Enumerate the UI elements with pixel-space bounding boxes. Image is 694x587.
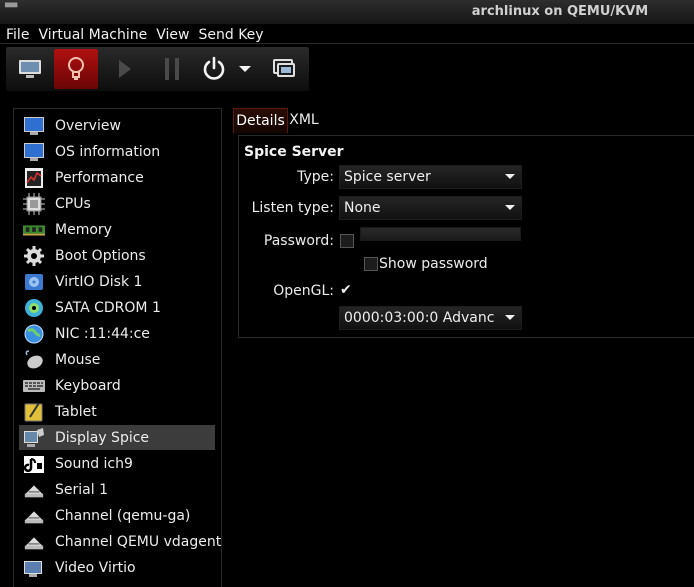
memory-icon xyxy=(23,219,45,241)
show-password-label: Show password xyxy=(379,256,488,272)
opengl-label: OpenGL: xyxy=(273,283,334,299)
hardware-list: Overview OS information Performance CPUs… xyxy=(13,108,222,587)
gear-icon xyxy=(23,245,45,267)
console-icon xyxy=(19,60,41,78)
sidebar-item-tablet[interactable]: Tablet xyxy=(19,399,215,424)
cpu-icon xyxy=(23,192,45,215)
title-bar: ▀▀ archlinux on QEMU/KVM xyxy=(0,0,694,24)
sound-icon xyxy=(23,453,45,475)
run-button[interactable] xyxy=(102,49,146,89)
sidebar-item-video-virtio[interactable]: Video Virtio xyxy=(19,555,215,580)
keyboard-icon xyxy=(23,375,45,397)
sidebar-item-nic[interactable]: NIC :11:44:ce xyxy=(19,321,215,346)
chevron-down-icon xyxy=(505,315,515,320)
window-menu-icon[interactable]: ▀▀ xyxy=(5,4,17,12)
screenshot-icon xyxy=(273,59,295,77)
performance-icon xyxy=(23,167,45,189)
menu-file[interactable]: File xyxy=(0,24,33,44)
monitor-icon xyxy=(23,141,45,163)
chevron-down-icon xyxy=(505,205,515,210)
sidebar-item-performance[interactable]: Performance xyxy=(19,165,215,190)
password-field[interactable] xyxy=(360,227,521,241)
menubar: File Virtual Machine View Send Key xyxy=(0,24,694,44)
menu-send-key[interactable]: Send Key xyxy=(194,24,267,44)
sidebar-item-channel-qemu-ga[interactable]: Channel (qemu-ga) xyxy=(19,503,215,528)
type-label: Type: xyxy=(297,169,334,185)
channel-icon xyxy=(23,505,45,527)
listen-type-label: Listen type: xyxy=(251,200,334,216)
opengl-device-value: 0000:03:00:0 Advancec xyxy=(344,310,494,326)
type-select-value: Spice server xyxy=(344,169,431,185)
serial-icon xyxy=(23,479,45,501)
console-button[interactable] xyxy=(8,49,52,89)
display-icon xyxy=(23,427,45,449)
opengl-device-select[interactable]: 0000:03:00:0 Advancec xyxy=(339,306,522,330)
pause-icon xyxy=(165,58,179,80)
sidebar-item-memory[interactable]: Memory xyxy=(19,217,215,242)
sidebar-item-serial-1[interactable]: Serial 1 xyxy=(19,477,215,502)
menu-virtual-machine[interactable]: Virtual Machine xyxy=(34,24,151,44)
network-icon xyxy=(23,323,45,345)
play-icon xyxy=(119,60,131,78)
tab-details[interactable]: Details xyxy=(233,108,288,133)
sidebar-item-keyboard[interactable]: Keyboard xyxy=(19,373,215,398)
channel-icon xyxy=(23,531,45,553)
sidebar-item-virtio-disk-1[interactable]: VirtIO Disk 1 xyxy=(19,269,215,294)
sidebar-item-channel-qemu-vdagent[interactable]: Channel QEMU vdagent xyxy=(19,529,221,554)
password-label: Password: xyxy=(263,233,334,249)
listen-type-select[interactable]: None xyxy=(339,196,522,220)
window-title: archlinux on QEMU/KVM xyxy=(471,4,649,19)
section-title: Spice Server xyxy=(244,144,344,160)
tab-xml[interactable]: XML xyxy=(287,108,321,132)
chevron-down-icon xyxy=(505,174,515,179)
pause-button[interactable] xyxy=(150,49,194,89)
lightbulb-icon xyxy=(68,57,84,80)
toolbar xyxy=(6,47,309,91)
sidebar-item-mouse[interactable]: Mouse xyxy=(19,347,215,372)
sidebar-item-sata-cdrom-1[interactable]: SATA CDROM 1 xyxy=(19,295,215,320)
show-password-checkbox[interactable] xyxy=(364,257,378,271)
shutdown-menu-button[interactable] xyxy=(234,49,256,89)
monitor-icon xyxy=(23,115,45,137)
menubar-divider xyxy=(0,43,694,44)
mouse-icon xyxy=(23,349,45,371)
sidebar-item-cpus[interactable]: CPUs xyxy=(19,191,215,216)
sidebar-item-sound-ich9[interactable]: Sound ich9 xyxy=(19,451,215,476)
chevron-down-icon xyxy=(239,66,251,72)
sidebar-item-display-spice[interactable]: Display Spice xyxy=(19,425,215,450)
power-icon xyxy=(203,56,225,80)
sidebar-item-os-information[interactable]: OS information xyxy=(19,139,215,164)
fullscreen-button[interactable] xyxy=(262,49,306,89)
type-select[interactable]: Spice server xyxy=(339,165,522,189)
shutdown-button[interactable] xyxy=(196,49,232,89)
sidebar-item-boot-options[interactable]: Boot Options xyxy=(19,243,215,268)
listen-type-select-value: None xyxy=(344,200,381,216)
menu-view[interactable]: View xyxy=(152,24,193,44)
details-button[interactable] xyxy=(54,49,98,89)
cdrom-icon xyxy=(23,297,45,319)
disk-icon xyxy=(23,271,45,293)
tablet-icon xyxy=(23,401,45,423)
password-checkbox[interactable] xyxy=(340,234,354,248)
opengl-checkbox[interactable]: ✔ xyxy=(340,283,352,297)
sidebar-item-overview[interactable]: Overview xyxy=(19,113,215,138)
video-icon xyxy=(23,557,45,579)
